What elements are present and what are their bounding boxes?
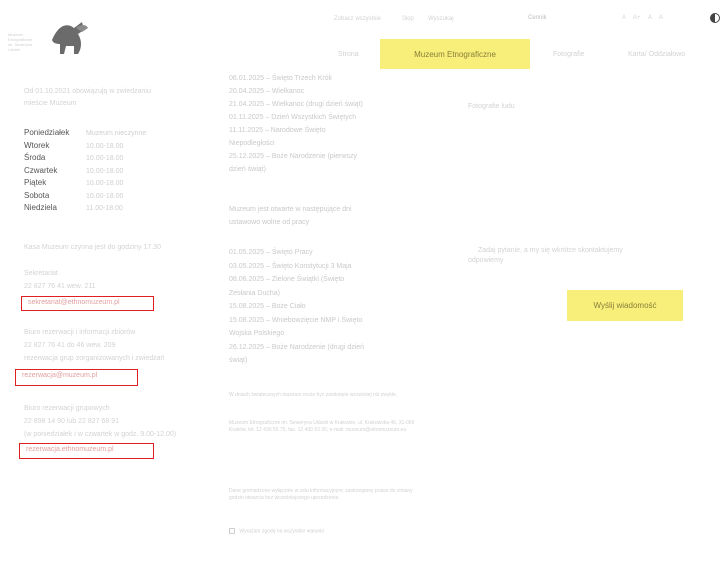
list-item: 15.08.2025 – Wniebowzięcie NMP i Święto bbox=[229, 316, 363, 324]
list-item: 20.04.2025 – Wielkanoc bbox=[229, 88, 305, 95]
contact-note: rezerwacja grup zorganizowanych i zwiedz… bbox=[24, 355, 165, 362]
list-item: 03.05.2025 – Święto Konstytucji 3 Maja bbox=[229, 262, 352, 270]
kasa-note: Kasa Muzeum czynna jest do godziny 17.30 bbox=[24, 244, 161, 251]
list-item: 01.05.2025 – Święto Pracy bbox=[229, 249, 313, 256]
logo-text: Muzeum Etnograficzne im. Seweryna Udziel… bbox=[8, 32, 32, 52]
day-hours: 11.00-18.00 bbox=[86, 205, 123, 212]
day-name: Niedziela bbox=[24, 203, 57, 212]
opening-hours: Poniedziałek Muzeum nieczynne Wtorek 10.00… bbox=[24, 127, 146, 215]
list-item: 25.12.2025 – Boże Narodzenie (pierwszy bbox=[229, 153, 358, 160]
list-item: 01.11.2025 – Dzień Wszystkich Świętych bbox=[229, 114, 357, 121]
nav-item-fotografie[interactable]: Fotografie bbox=[553, 51, 585, 58]
logo[interactable]: Muzeum Etnograficzne im. Seweryna Udziel… bbox=[8, 18, 98, 66]
consent-checkbox[interactable] bbox=[229, 528, 235, 534]
intro-text: Od 01.10.2021 obowiązują w zwiedzaniu bbox=[24, 88, 151, 95]
day-hours: 10.00-18.00 bbox=[86, 155, 124, 162]
contrast-icon[interactable] bbox=[710, 13, 720, 23]
contact-title: Biuro rezerwacji grupowych bbox=[24, 405, 110, 412]
nav-item-karta[interactable]: Karta/ Oddziałowo bbox=[628, 51, 685, 58]
email-link-box[interactable]: sekretariat@ethnomuzeum.pl bbox=[21, 296, 154, 311]
contrast-toggle-2[interactable]: A bbox=[659, 15, 663, 21]
day-hours: 10.00-18.00 bbox=[86, 180, 124, 187]
day-name: Poniedziałek bbox=[24, 128, 70, 137]
font-size-large[interactable]: A+ bbox=[633, 15, 641, 21]
small-note: W dniach świątecznych muzeum może być za… bbox=[229, 392, 398, 398]
list-item: Wojska Polskiego bbox=[229, 330, 285, 337]
contact-phone: 22 898 14 90 lub 22 827 68 91 bbox=[24, 418, 119, 425]
cennik-link[interactable]: Cennik bbox=[528, 15, 547, 21]
intro-text: mieście Muzeum bbox=[24, 100, 77, 107]
contact-title: Sekretariat bbox=[24, 270, 58, 277]
day-name: Sobota bbox=[24, 190, 50, 200]
day-hours: Muzeum nieczynne bbox=[86, 130, 147, 137]
day-name: Piątek bbox=[24, 178, 47, 187]
list-item: 06.01.2025 – Święto Trzech Króli bbox=[229, 75, 332, 82]
day-name: Czwartek bbox=[24, 165, 58, 175]
open-days-note: Muzeum jest otwarte w następujące dni us… bbox=[229, 206, 352, 226]
consent-label: Wyrażam zgodę na wszystkie warunki bbox=[239, 528, 324, 535]
top-link[interactable]: Skip bbox=[402, 16, 414, 22]
list-item: Niepodległości bbox=[229, 140, 275, 147]
day-name: Środa bbox=[24, 153, 46, 162]
list-item: 21.04.2025 – Wielkanoc (drugi dzień świą… bbox=[229, 101, 363, 108]
closed-days-list: 06.01.2025 – Święto Trzech Króli 20.04.2… bbox=[229, 72, 363, 176]
list-item: 15.08.2025 – Boże Ciało bbox=[229, 303, 306, 310]
nav-item-strona[interactable]: Strona bbox=[338, 51, 359, 58]
send-message-button[interactable]: Wyślij wiadomość bbox=[567, 290, 683, 321]
consent-row[interactable]: Wyrażam zgodę na wszystkie warunki bbox=[229, 528, 324, 534]
logo-horse-icon bbox=[52, 22, 88, 54]
section-subtitle: Fotografie ludu bbox=[468, 103, 515, 110]
email-link[interactable]: rezerwacja@muzeum.pl bbox=[22, 372, 97, 379]
list-item: 26.12.2025 – Boże Narodzenie (drugi dzie… bbox=[229, 343, 365, 351]
list-item: Zesłania Ducha) bbox=[229, 289, 280, 297]
day-name: Wtorek bbox=[24, 140, 50, 150]
open-days-list: 01.05.2025 – Święto Pracy 03.05.2025 – Ś… bbox=[229, 246, 364, 368]
contact-phone: 22 827 76 41 do 46 wew. 209 bbox=[24, 342, 116, 349]
email-link[interactable]: rezerwacja.ethnomuzeum.pl bbox=[26, 446, 114, 453]
contact-title: Biuro rezerwacji i informacji zbiorów bbox=[24, 329, 136, 336]
nav-item-muzeum-etnograficzne[interactable]: Muzeum Etnograficzne bbox=[380, 39, 530, 69]
email-link[interactable]: sekretariat@ethnomuzeum.pl bbox=[28, 299, 120, 306]
contact-note: (w poniedziałek i w czwartek w godz. 9.0… bbox=[24, 431, 177, 438]
font-size-small[interactable]: A bbox=[622, 15, 626, 21]
contact-phone: 22 827 76 41 wew. 211 bbox=[24, 283, 96, 290]
email-link-box[interactable]: rezerwacja.ethnomuzeum.pl bbox=[19, 443, 154, 459]
top-link[interactable]: Zobacz wszystkie bbox=[334, 16, 381, 22]
top-link[interactable]: Wyszukaj bbox=[428, 16, 454, 22]
list-item: dzień świąt) bbox=[229, 166, 266, 173]
disclaimer-note: Dane gromadzone wyłącznie w celu informa… bbox=[229, 488, 413, 501]
list-item: 11.11.2025 – Narodowe Święto bbox=[229, 127, 326, 134]
day-hours: 10.00-18.00 bbox=[86, 192, 124, 200]
address-note: Muzeum Etnograficzne im. Seweryna Udziel… bbox=[229, 420, 415, 433]
day-hours: 10.00-18.00 bbox=[86, 167, 124, 175]
form-note: Zadaj pytanie, a my się wkrótce skontakt… bbox=[468, 247, 623, 264]
day-hours: 10.00-18.00 bbox=[86, 142, 124, 150]
email-link-box[interactable]: rezerwacja@muzeum.pl bbox=[15, 369, 138, 386]
list-item: świąt) bbox=[229, 357, 248, 364]
logo-line: Udzieli bbox=[8, 47, 21, 52]
list-item: 08.06.2025 – Zielone Świątki (Święto bbox=[229, 276, 345, 283]
contrast-toggle[interactable]: A bbox=[648, 15, 652, 21]
